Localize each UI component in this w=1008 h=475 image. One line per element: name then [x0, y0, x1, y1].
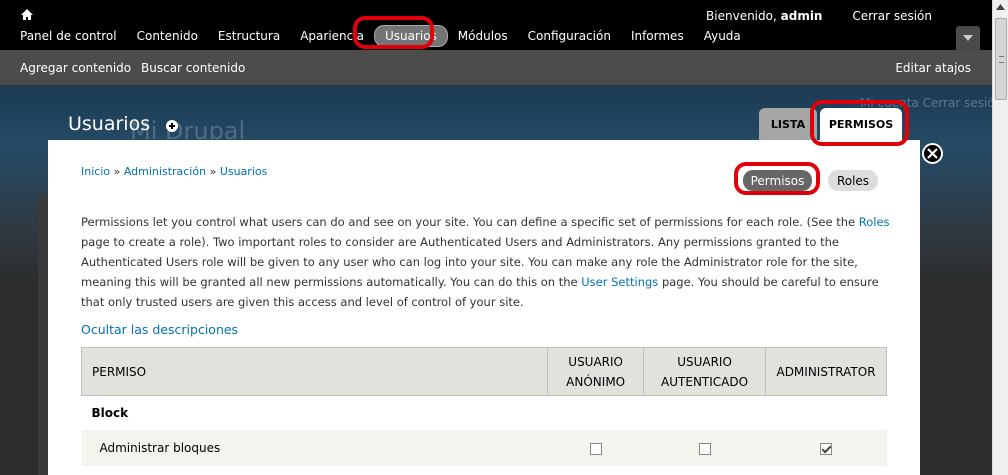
menu-item-structure[interactable]: Estructura — [208, 26, 290, 46]
breadcrumb: Inicio » Administración » Usuarios — [81, 165, 267, 178]
logout-link[interactable]: Cerrar sesión — [852, 9, 932, 23]
permissions-description: Permissions let you control what users c… — [81, 215, 890, 309]
breadcrumb-admin[interactable]: Administración — [124, 165, 206, 178]
menu-item-content[interactable]: Contenido — [127, 26, 208, 46]
module-row: Block — [81, 395, 887, 431]
menu-item-appearance[interactable]: Apariencia — [290, 26, 374, 46]
shortcut-find-content[interactable]: Buscar contenido — [141, 61, 245, 75]
column-header-permission: PERMISO — [80, 347, 549, 396]
permission-label: Administrar bloques — [81, 430, 548, 466]
add-shortcut-icon[interactable] — [166, 120, 178, 132]
chevron-down-icon — [963, 35, 973, 41]
shortcuts-bar: Agregar contenido Buscar contenido Edita… — [0, 50, 992, 85]
permissions-table: PERMISO USUARIO ANÓNIMO USUARIO AUTENTICAD… — [80, 347, 887, 466]
vertical-scrollbar[interactable] — [992, 0, 1008, 475]
scrollbar-thumb[interactable] — [995, 18, 1007, 100]
breadcrumb-separator: » — [113, 165, 121, 178]
menu-item-reports[interactable]: Informes — [621, 26, 694, 46]
breadcrumb-separator: » — [209, 165, 217, 178]
cell-authenticated — [643, 430, 766, 466]
column-header-authenticated: USUARIO AUTENTICADO — [643, 347, 767, 396]
overlay-content: Inicio » Administración » Usuarios Permi… — [48, 140, 920, 475]
menu-item-people[interactable]: Usuarios — [373, 25, 448, 47]
admin-toolbar: Bienvenido, admin Cerrar sesión Panel de… — [0, 0, 992, 50]
column-header-administrator: ADMINISTRATOR — [765, 347, 887, 396]
menu-item-configuration[interactable]: Configuración — [518, 26, 621, 46]
shortcut-add-content[interactable]: Agregar contenido — [20, 61, 131, 75]
username-link[interactable]: admin — [781, 9, 823, 23]
tab-list[interactable]: LISTA — [759, 108, 817, 140]
checkbox-administrator[interactable] — [820, 442, 833, 455]
breadcrumb-home[interactable]: Inicio — [81, 165, 110, 178]
subtab-roles[interactable]: Roles — [828, 170, 878, 191]
hide-descriptions-link[interactable]: Ocultar las descripciones — [81, 322, 238, 337]
edit-shortcuts-link[interactable]: Editar atajos — [895, 61, 971, 75]
menu-item-help[interactable]: Ayuda — [694, 26, 751, 46]
close-icon[interactable] — [922, 143, 943, 164]
roles-link[interactable]: Roles — [859, 215, 890, 229]
module-name: Block — [81, 395, 887, 431]
subtab-permissions[interactable]: Permisos — [743, 170, 812, 191]
page-title: Usuarios — [68, 113, 151, 135]
user-settings-link[interactable]: User Settings — [581, 275, 658, 289]
column-header-anonymous: USUARIO ANÓNIMO — [547, 347, 645, 396]
shortcuts-toggle-button[interactable] — [956, 26, 980, 50]
user-area: Bienvenido, admin Cerrar sesión — [706, 9, 932, 23]
checkbox-anonymous[interactable] — [589, 442, 602, 455]
cell-anonymous — [547, 430, 644, 466]
checkbox-authenticated[interactable] — [698, 442, 711, 455]
tab-permissions[interactable]: PERMISOS — [820, 108, 902, 140]
menu-item-modules[interactable]: Módulos — [448, 26, 518, 46]
table-header-row: PERMISO USUARIO ANÓNIMO USUARIO AUTENTICAD… — [80, 347, 887, 396]
cell-administrator — [765, 430, 887, 466]
greeting: Bienvenido, admin — [706, 9, 823, 23]
main-menu: Panel de control Contenido Estructura Ap… — [10, 25, 751, 47]
breadcrumb-users[interactable]: Usuarios — [220, 165, 268, 178]
home-icon[interactable] — [20, 8, 34, 22]
table-row: Administrar bloques — [81, 430, 887, 466]
menu-item-dashboard[interactable]: Panel de control — [10, 26, 127, 46]
scroll-up-arrow-icon[interactable] — [996, 4, 1005, 10]
